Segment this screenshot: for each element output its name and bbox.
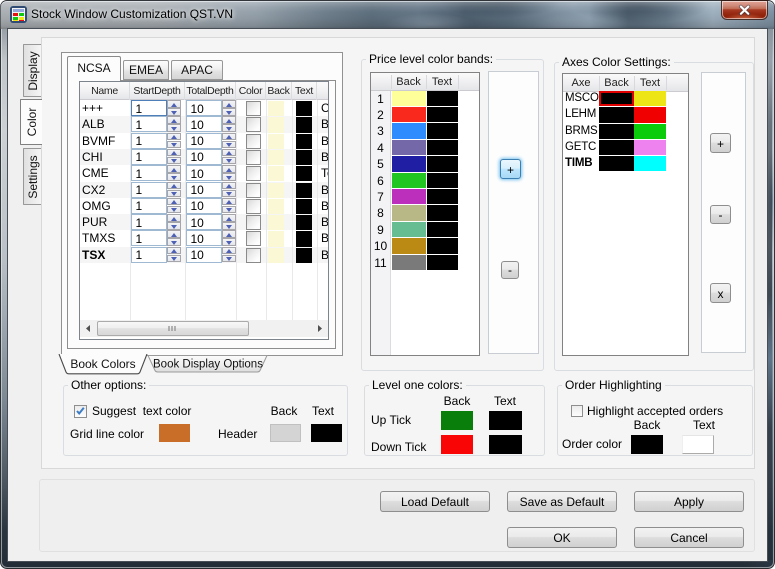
svg-text:Book Display Options: Book Display Options (153, 359, 263, 371)
svg-text:Book Colors: Book Colors (70, 357, 135, 371)
